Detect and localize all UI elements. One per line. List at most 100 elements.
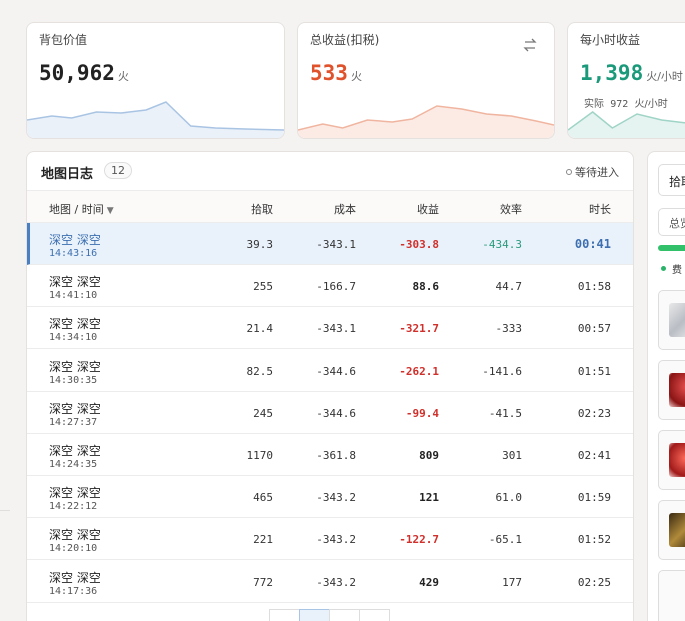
row-timestamp: 14:17:36 [49, 585, 98, 597]
table-row[interactable]: 深空 深空 14:27:37 245 -344.6 -99.4 -41.5 02:23 [27, 392, 633, 434]
total-income-number: 533 [310, 61, 348, 85]
backpack-value-label: 背包价值 [39, 33, 88, 47]
row-profit: -122.7 [399, 533, 439, 547]
side-filter-overview-label: 总览 [669, 217, 685, 230]
row-map-name: 深空 深空 [49, 486, 101, 501]
row-pickup: 21.4 [246, 322, 274, 336]
backpack-value-number: 50,962 [39, 61, 115, 85]
row-duration: 01:58 [577, 280, 611, 294]
table-row[interactable]: 深空 深空 14:41:10 255 -166.7 88.6 44.7 01:58 [27, 265, 633, 308]
column-header-map-time[interactable]: 地图 / 时间 ▼ [49, 201, 114, 217]
row-timestamp: 14:41:10 [49, 290, 98, 302]
row-duration: 02:25 [577, 575, 611, 589]
row-pickup: 245 [253, 406, 273, 420]
left-divider [0, 510, 10, 511]
waiting-status: 等待进入 [566, 164, 619, 180]
row-duration: 01:59 [577, 491, 611, 505]
row-timestamp: 14:30:35 [49, 374, 98, 386]
loot-item-icon [669, 373, 685, 407]
row-cost: -343.1 [316, 322, 356, 336]
row-profit: 88.6 [412, 280, 440, 294]
map-log-header: 地图日志 12 等待进入 [27, 152, 633, 190]
row-profit: 121 [419, 491, 439, 505]
row-pickup: 221 [253, 533, 273, 547]
status-dot-icon [661, 266, 666, 271]
row-duration: 02:23 [577, 406, 611, 420]
row-cost: -344.6 [316, 364, 356, 378]
map-log-panel: 地图日志 12 等待进入 地图 / 时间 ▼ 拾取 成本 收益 效率 时长 深空 … [26, 151, 634, 621]
side-section-label: 费 [672, 265, 682, 276]
table-row[interactable]: 深空 深空 14:22:12 465 -343.2 121 61.0 01:59 [27, 476, 633, 519]
side-tab-pickup-label: 拾取 [669, 175, 685, 189]
row-efficiency: -41.5 [488, 406, 522, 420]
column-header-map-time-label: 地图 / 时间 [49, 203, 104, 216]
swap-icon[interactable] [522, 37, 538, 53]
loot-item-card[interactable] [658, 430, 685, 490]
table-header: 地图 / 时间 ▼ 拾取 成本 收益 效率 时长 [27, 190, 633, 223]
row-duration: 01:51 [577, 364, 611, 378]
pagination [269, 609, 390, 621]
row-pickup: 39.3 [246, 238, 274, 251]
row-duration: 00:41 [574, 237, 611, 251]
row-efficiency: -434.3 [482, 238, 522, 251]
row-efficiency: 61.0 [495, 491, 523, 505]
table-row[interactable]: 深空 深空 14:30:35 82.5 -344.6 -262.1 -141.6 01:51 [27, 350, 633, 392]
loot-item-card[interactable] [658, 500, 685, 560]
row-cost: -343.2 [316, 533, 356, 547]
column-header-profit[interactable]: 收益 [417, 201, 439, 217]
backpack-value: 50,962 火 [39, 61, 129, 85]
row-efficiency: -141.6 [482, 364, 522, 378]
column-header-duration[interactable]: 时长 [589, 201, 611, 217]
table-row[interactable]: 深空 深空 14:17:36 772 -343.2 429 177 02:25 [27, 561, 633, 603]
row-pickup: 255 [253, 280, 273, 294]
row-timestamp: 14:20:10 [49, 543, 98, 555]
backpack-value-card: 背包价值 50,962 火 [26, 22, 285, 139]
row-timestamp: 14:24:35 [49, 459, 98, 470]
row-cost: -361.8 [316, 449, 356, 462]
row-pickup: 82.5 [246, 364, 274, 378]
pagination-button[interactable] [359, 609, 390, 621]
table-row-selected[interactable]: 深空 深空 14:43:16 39.3 -343.1 -303.8 -434.3 00:41 [27, 223, 633, 265]
row-profit: 429 [419, 575, 439, 589]
pagination-button-current[interactable] [299, 609, 330, 621]
row-efficiency: 301 [502, 449, 522, 462]
map-log-count-badge: 12 [104, 162, 132, 179]
row-duration: 00:57 [577, 322, 611, 336]
backpack-value-unit: 火 [117, 70, 129, 83]
pagination-button[interactable] [329, 609, 360, 621]
income-sparkline [298, 105, 554, 138]
hourly-income-unit: 火/小时 [646, 70, 683, 83]
total-income-value: 533 火 [310, 61, 362, 85]
row-efficiency: 177 [502, 575, 522, 589]
loot-item-card[interactable] [658, 570, 685, 621]
row-map-name: 深空 深空 [49, 233, 101, 247]
row-pickup: 1170 [246, 449, 274, 462]
row-profit: -99.4 [405, 406, 439, 420]
loot-side-panel: 拾取 总览 费 [647, 151, 685, 621]
total-income-card: 总收益(扣税) 533 火 [297, 22, 555, 139]
row-profit: 809 [419, 449, 439, 462]
loot-item-card[interactable] [658, 360, 685, 420]
row-map-name: 深空 深空 [49, 275, 101, 290]
row-pickup: 772 [253, 575, 273, 589]
side-progress-bar [658, 245, 685, 251]
table-row[interactable]: 深空 深空 14:34:10 21.4 -343.1 -321.7 -333 00:57 [27, 307, 633, 350]
row-timestamp: 14:27:37 [49, 416, 98, 428]
row-timestamp: 14:43:16 [49, 248, 98, 259]
table-row[interactable]: 深空 深空 14:24:35 1170 -361.8 809 301 02:41 [27, 434, 633, 476]
row-map-name: 深空 深空 [49, 444, 101, 458]
row-cost: -343.1 [316, 238, 356, 251]
column-header-efficiency[interactable]: 效率 [500, 201, 522, 217]
table-row[interactable]: 深空 深空 14:20:10 221 -343.2 -122.7 -65.1 01:52 [27, 518, 633, 561]
side-tab-pickup[interactable]: 拾取 [658, 164, 685, 196]
loot-item-card[interactable] [658, 290, 685, 350]
column-header-cost[interactable]: 成本 [334, 201, 356, 217]
sort-down-icon[interactable]: ▼ [107, 206, 114, 216]
pagination-button[interactable] [269, 609, 300, 621]
row-map-name: 深空 深空 [49, 570, 101, 585]
column-header-pickup[interactable]: 拾取 [251, 201, 273, 217]
side-filter-overview[interactable]: 总览 [658, 208, 685, 236]
row-cost: -343.2 [316, 491, 356, 505]
hourly-income-label: 每小时收益 [580, 33, 641, 47]
total-income-unit: 火 [350, 70, 362, 83]
